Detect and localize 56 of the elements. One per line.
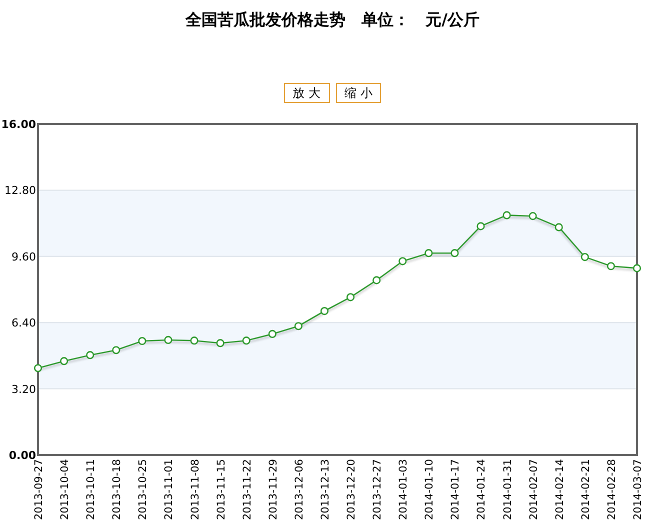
data-point (86, 351, 94, 360)
data-point (606, 262, 615, 270)
data-point (164, 336, 172, 344)
y-axis-label: 3.20 (12, 382, 36, 396)
x-axis-label: 2014-01-03 (398, 459, 410, 520)
y-axis-label: 16.00 (1, 118, 36, 131)
y-axis-label: 9.60 (12, 250, 36, 264)
x-axis-label: 2013-11-15 (215, 459, 228, 520)
x-axis-label: 2014-02-07 (528, 459, 540, 520)
x-axis-label: 2013-11-29 (267, 459, 280, 520)
data-point (424, 249, 433, 258)
data-point (112, 346, 120, 354)
data-point (34, 364, 42, 372)
x-axis-label: 2013-11-01 (163, 459, 176, 520)
x-axis-label: 2013-11-22 (241, 459, 254, 520)
data-point (190, 336, 198, 345)
x-axis-label: 2014-01-31 (502, 459, 514, 520)
data-point (268, 330, 276, 338)
y-axis-label: 12.80 (4, 184, 36, 198)
x-axis-label: 2013-10-25 (137, 459, 150, 520)
x-axis-label: 2013-10-11 (85, 459, 98, 520)
x-axis-label: 2013-12-20 (346, 459, 358, 520)
data-point (632, 264, 642, 272)
x-axis-label: 2013-11-08 (189, 459, 202, 520)
zoom-button[interactable]: 缩 小 (336, 83, 382, 103)
data-point (372, 276, 381, 284)
zoom-button[interactable]: 放 大 (284, 83, 330, 103)
x-axis-label: 2014-02-28 (606, 459, 618, 520)
data-point (476, 222, 485, 230)
x-axis-label: 2014-03-07 (632, 459, 644, 520)
data-point (450, 249, 459, 258)
x-axis-label: 2013-10-18 (111, 459, 124, 520)
x-axis-label: 2014-01-24 (476, 459, 488, 520)
data-point (502, 211, 511, 220)
data-point (346, 293, 355, 302)
x-axis-label: 2014-01-10 (424, 459, 436, 520)
y-axis-label: 6.40 (12, 316, 36, 330)
data-point (242, 336, 250, 345)
x-axis-label: 2014-01-17 (450, 459, 462, 520)
data-point (294, 322, 302, 330)
x-axis-label: 2013-12-27 (372, 459, 384, 520)
data-point (320, 306, 329, 316)
data-point (398, 257, 407, 266)
x-axis-label: 2013-09-27 (33, 459, 45, 520)
x-axis-label: 2013-12-06 (293, 459, 306, 520)
x-axis-label: 2013-10-04 (59, 459, 72, 520)
data-point (216, 339, 224, 348)
data-point (580, 252, 589, 262)
x-axis-label: 2014-02-14 (554, 459, 566, 520)
x-axis-label: 2014-02-21 (580, 459, 592, 520)
x-axis-label: 2013-12-13 (319, 459, 332, 520)
data-point (60, 357, 68, 366)
data-point (138, 336, 146, 346)
data-point (528, 212, 537, 220)
chart-title: 全国苦瓜批发价格走势 单位： 元/公斤 (184, 9, 480, 31)
data-point (554, 223, 563, 232)
